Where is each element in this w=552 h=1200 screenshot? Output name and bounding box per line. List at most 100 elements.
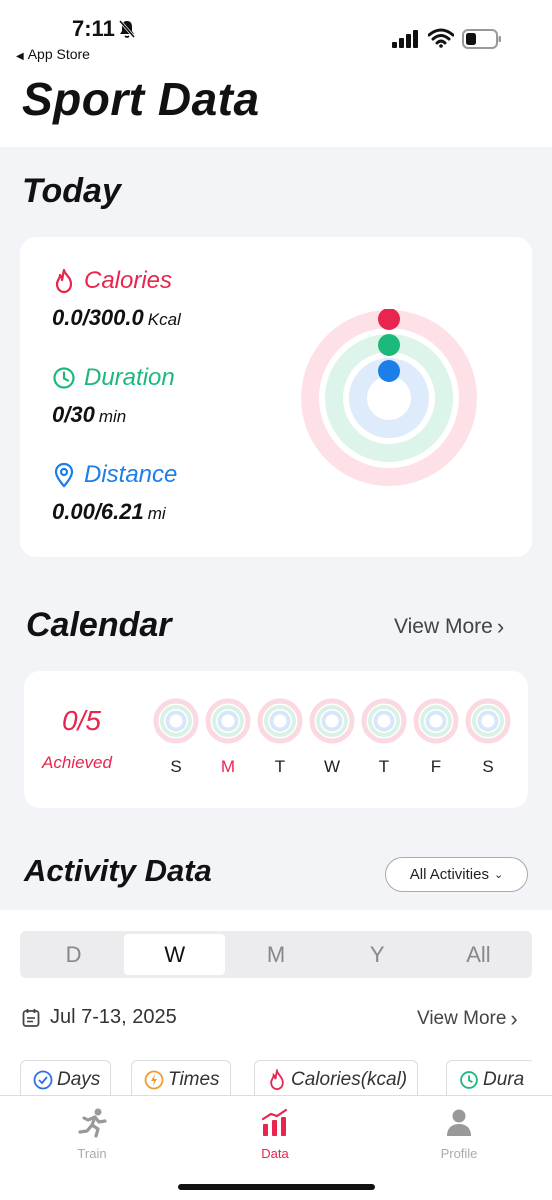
calendar-card[interactable]: 0/5 Achieved S M T W T F S — [24, 671, 528, 808]
chip-times-label: Times — [168, 1069, 220, 1090]
calendar-view-more-link[interactable]: View More › — [394, 614, 504, 640]
calendar-day[interactable]: F — [412, 697, 460, 777]
calendar-view-more-label: View More — [394, 615, 493, 638]
day-rings-icon — [361, 698, 407, 744]
duration-metric: Duration 0/30 min — [52, 364, 175, 428]
calendar-day[interactable]: T — [256, 697, 304, 777]
calendar-icon — [22, 1008, 40, 1027]
distance-value: 0.00/6.21 — [52, 499, 144, 524]
chip-duration[interactable]: Dura — [446, 1060, 532, 1100]
activity-filter-value: All Activities — [409, 866, 489, 883]
bar-chart-icon — [261, 1108, 288, 1136]
segment-d[interactable]: D — [23, 934, 124, 975]
calendar-day[interactable]: W — [308, 697, 356, 777]
calories-ring-dot — [378, 309, 400, 330]
flame-icon — [270, 1069, 284, 1091]
chip-days-label: Days — [57, 1069, 101, 1090]
activity-filter-dropdown[interactable]: All Activities ⌄ — [385, 857, 528, 892]
day-rings-icon — [205, 698, 251, 744]
segment-w[interactable]: W — [124, 934, 226, 975]
chip-calories[interactable]: Calories(kcal) — [254, 1060, 419, 1100]
segment-y[interactable]: Y — [327, 934, 428, 975]
chip-days[interactable]: Days — [20, 1060, 112, 1100]
battery-icon — [462, 29, 502, 54]
day-rings-icon — [465, 698, 511, 744]
runner-icon — [78, 1108, 107, 1138]
day-rings-icon — [413, 698, 459, 744]
calories-unit: Kcal — [147, 310, 181, 329]
achieved-label: Achieved — [42, 753, 112, 772]
person-icon — [447, 1109, 471, 1136]
duration-ring-dot — [378, 334, 400, 356]
tab-data[interactable]: Data — [225, 1108, 325, 1161]
location-pin-icon — [54, 462, 74, 488]
period-segmented-control: D W M Y All — [20, 931, 532, 978]
tab-profile-label: Profile — [440, 1146, 478, 1161]
page-title: Sport Data — [22, 73, 260, 125]
home-indicator — [178, 1184, 375, 1190]
header: Sport Data — [0, 70, 552, 147]
activity-panel: D W M Y All Jul 7-13, 2025 View More › Days — [0, 910, 552, 1100]
chip-times[interactable]: Times — [131, 1060, 231, 1100]
calendar-day[interactable]: S — [152, 697, 200, 777]
chip-calories-label: Calories(kcal) — [291, 1069, 408, 1090]
check-circle-icon — [33, 1070, 53, 1090]
calendar-day[interactable]: S — [464, 697, 512, 777]
activity-view-more-label: View More — [417, 1008, 507, 1029]
flame-icon — [55, 268, 73, 294]
status-bar: 7:11 ◀ App Store — [0, 0, 552, 70]
today-card[interactable]: Calories 0.0/300.0 Kcal Duration 0/30 min … — [20, 237, 532, 557]
activity-data-title: Activity Data — [24, 853, 212, 888]
date-range-row[interactable]: Jul 7-13, 2025 — [22, 1006, 177, 1029]
calendar-day-label: T — [378, 757, 390, 776]
day-rings-icon — [153, 698, 199, 744]
calendar-day-label: S — [482, 757, 494, 776]
activity-rings — [301, 309, 477, 486]
distance-ring-dot — [378, 360, 400, 382]
lightning-circle-icon — [144, 1070, 164, 1090]
calendar-day-label: M — [220, 757, 236, 776]
chevron-right-icon: › — [510, 1006, 518, 1031]
date-range-label: Jul 7-13, 2025 — [50, 1006, 177, 1028]
signal-icon — [392, 30, 420, 53]
today-title: Today — [22, 172, 121, 210]
distance-label: Distance — [84, 461, 178, 488]
distance-unit: mi — [147, 504, 166, 523]
day-rings-icon — [257, 698, 303, 744]
chevron-down-icon: ⌄ — [493, 869, 504, 881]
chevron-right-icon: › — [496, 614, 505, 639]
clock-icon — [460, 1071, 478, 1089]
calendar-title: Calendar — [26, 606, 172, 644]
calendar-day-label: W — [323, 757, 341, 776]
metric-chips-row: Days Times Calories(kcal) Dura — [20, 1060, 532, 1100]
calories-label: Calories — [84, 267, 173, 294]
segment-all[interactable]: All — [428, 934, 529, 975]
duration-value: 0/30 — [52, 402, 95, 427]
clock-icon — [53, 367, 75, 389]
wifi-icon — [427, 28, 455, 53]
calories-value: 0.0/300.0 — [52, 305, 144, 330]
bell-slash-icon — [118, 19, 136, 44]
distance-metric: Distance 0.00/6.21 mi — [52, 461, 177, 525]
duration-unit: min — [98, 407, 127, 426]
tab-data-label: Data — [261, 1146, 289, 1161]
duration-label: Duration — [84, 364, 175, 391]
activity-view-more-link[interactable]: View More › — [417, 1006, 518, 1032]
chip-duration-label: Dura — [483, 1069, 525, 1090]
calendar-day-label: F — [430, 757, 442, 776]
calendar-day[interactable]: M — [204, 697, 252, 777]
calendar-day[interactable]: T — [360, 697, 408, 777]
calendar-day-label: T — [274, 757, 286, 776]
tab-train[interactable]: Train — [42, 1108, 142, 1161]
achieved-count: 0/5 — [62, 705, 101, 736]
day-rings-icon — [309, 698, 355, 744]
status-time: 7:11 — [72, 16, 115, 41]
tab-profile[interactable]: Profile — [409, 1108, 509, 1161]
back-link-label: App Store — [27, 46, 90, 62]
calories-metric: Calories 0.0/300.0 Kcal — [52, 267, 181, 331]
back-arrow-icon: ◀ — [16, 51, 24, 62]
calendar-day-label: S — [170, 757, 182, 776]
back-to-app-store-link[interactable]: ◀ App Store — [16, 46, 90, 62]
tab-train-label: Train — [77, 1146, 107, 1161]
segment-m[interactable]: M — [225, 934, 326, 975]
